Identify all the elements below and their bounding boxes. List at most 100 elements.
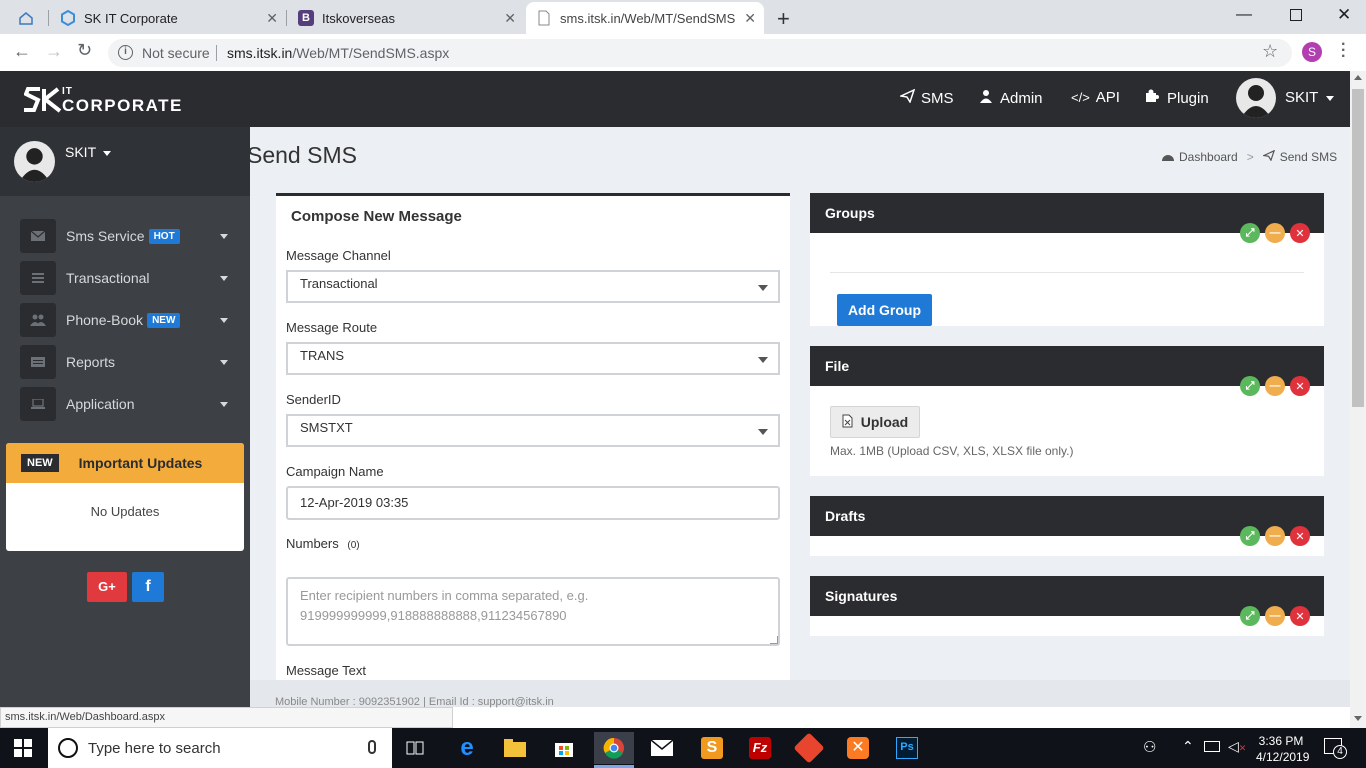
- campaign-name-input[interactable]: 12-Apr-2019 03:35: [286, 486, 780, 520]
- filezilla-icon[interactable]: Fz: [744, 732, 776, 764]
- tab-label: SK IT Corporate: [84, 10, 178, 26]
- updates-header: NEW Important Updates: [6, 443, 244, 483]
- sender-id-label: SenderID: [286, 392, 341, 407]
- taskbar-search-box[interactable]: Type here to search: [48, 728, 392, 768]
- profile-avatar[interactable]: S: [1302, 42, 1322, 62]
- clock-date: 4/12/2019: [1256, 750, 1310, 764]
- facebook-button[interactable]: f: [132, 572, 164, 602]
- minimize-icon[interactable]: —: [1265, 526, 1285, 546]
- close-icon[interactable]: ✕: [1290, 223, 1310, 243]
- caret-down-icon: [102, 150, 111, 156]
- sidebar-item-application[interactable]: Application: [20, 387, 240, 421]
- info-icon[interactable]: i: [118, 45, 133, 60]
- signatures-panel: Signatures ⤢ — ✕: [810, 576, 1324, 636]
- sidebar-avatar[interactable]: [14, 141, 55, 182]
- photoshop-icon[interactable]: Ps: [891, 732, 923, 764]
- close-icon[interactable]: ✕: [504, 10, 516, 27]
- message-route-select[interactable]: TRANS: [286, 342, 780, 375]
- groups-title: Groups: [825, 205, 875, 221]
- sidebar-item-sms-service[interactable]: Sms Service HOT: [20, 219, 240, 253]
- file-explorer-icon[interactable]: [499, 732, 531, 764]
- expand-icon[interactable]: ⤢: [1240, 526, 1260, 546]
- tray-chevron-up-icon[interactable]: ⌃: [1182, 738, 1194, 755]
- header-user-menu[interactable]: SKIT: [1285, 89, 1335, 106]
- nav-admin[interactable]: Admin: [980, 89, 1043, 107]
- nav-label: API: [1095, 89, 1120, 106]
- scroll-thumb[interactable]: [1352, 89, 1364, 407]
- network-icon[interactable]: [1204, 741, 1220, 752]
- minimize-icon[interactable]: —: [1265, 223, 1285, 243]
- google-plus-button[interactable]: G+: [87, 572, 127, 602]
- close-icon[interactable]: ✕: [1290, 526, 1310, 546]
- taskbar-clock[interactable]: 3:36 PM 4/12/2019: [1256, 733, 1310, 765]
- nav-api[interactable]: </> API: [1071, 89, 1120, 106]
- caret-down-icon: [220, 318, 228, 323]
- numbers-textarea[interactable]: Enter recipient numbers in comma separat…: [286, 577, 780, 646]
- resize-handle-icon[interactable]: [770, 636, 778, 644]
- mail-icon[interactable]: [646, 732, 678, 764]
- expand-icon[interactable]: ⤢: [1240, 223, 1260, 243]
- sidebar-item-transactional[interactable]: Transactional: [20, 261, 240, 295]
- envelope-icon: [20, 219, 56, 253]
- action-center-icon[interactable]: 4: [1324, 738, 1347, 759]
- tab-label: Itskoverseas: [322, 10, 395, 26]
- tab-home[interactable]: [8, 2, 48, 34]
- sublime-text-icon[interactable]: S: [696, 732, 728, 764]
- menu-kebab-icon[interactable]: · · ·: [1341, 37, 1346, 65]
- minimize-button[interactable]: —: [1236, 6, 1252, 24]
- message-channel-select[interactable]: Transactional: [286, 270, 780, 303]
- sk-it-corporate-logo[interactable]: IT CORPORATE: [24, 86, 183, 114]
- back-arrow-icon[interactable]: ←: [13, 41, 31, 62]
- bookmark-star-icon[interactable]: ☆: [1262, 41, 1278, 62]
- volume-muted-icon[interactable]: ◁✕: [1228, 738, 1246, 755]
- tab-sk-it-corporate[interactable]: SK IT Corporate ✕: [50, 2, 286, 34]
- expand-icon[interactable]: ⤢: [1240, 376, 1260, 396]
- scroll-up-arrow-icon[interactable]: [1354, 75, 1362, 80]
- close-icon[interactable]: ✕: [1290, 376, 1310, 396]
- tab-send-sms[interactable]: sms.itsk.in/Web/MT/SendSMS.as ✕: [526, 2, 764, 34]
- new-tab-button[interactable]: +: [777, 6, 790, 32]
- upload-button[interactable]: Upload: [830, 406, 920, 438]
- updates-title: Important Updates: [78, 455, 203, 471]
- sender-id-select[interactable]: SMSTXT: [286, 414, 780, 447]
- chrome-icon[interactable]: [594, 732, 634, 764]
- select-value: Transactional: [300, 276, 378, 291]
- minimize-icon[interactable]: —: [1265, 606, 1285, 626]
- url-text: sms.itsk.in/Web/MT/SendSMS.aspx: [227, 45, 450, 61]
- address-bar[interactable]: i Not secure sms.itsk.in/Web/MT/SendSMS.…: [108, 39, 1292, 67]
- page-scrollbar[interactable]: [1350, 71, 1366, 728]
- store-icon[interactable]: [548, 732, 580, 764]
- home-tab-icon: [18, 10, 34, 26]
- panel-controls: ⤢ — ✕: [1240, 606, 1310, 626]
- microphone-icon: [368, 740, 376, 754]
- sidebar-item-phone-book[interactable]: Phone-Book NEW: [20, 303, 240, 337]
- forward-arrow-icon[interactable]: →: [45, 41, 63, 62]
- sidebar-user-menu[interactable]: SKIT: [65, 144, 111, 160]
- file-panel: File ⤢ — ✕ Upload Max. 1MB (Upload CSV, …: [810, 346, 1324, 476]
- tab-itskoverseas[interactable]: B Itskoverseas ✕: [288, 2, 524, 34]
- nav-sms[interactable]: SMS: [898, 88, 954, 107]
- scroll-down-arrow-icon[interactable]: [1354, 716, 1362, 721]
- sidebar-item-reports[interactable]: Reports: [20, 345, 240, 379]
- people-icon[interactable]: ⚇: [1143, 738, 1156, 756]
- task-view-icon[interactable]: [400, 732, 432, 764]
- close-icon[interactable]: ✕: [266, 10, 278, 27]
- maximize-button[interactable]: [1290, 9, 1302, 21]
- expand-icon[interactable]: ⤢: [1240, 606, 1260, 626]
- git-app-icon[interactable]: [793, 732, 825, 764]
- xampp-icon[interactable]: ✕: [842, 732, 874, 764]
- windows-start-icon[interactable]: [14, 739, 32, 762]
- add-group-button[interactable]: Add Group: [837, 294, 932, 326]
- close-window-button[interactable]: ✕: [1337, 5, 1351, 25]
- minimize-icon[interactable]: —: [1265, 376, 1285, 396]
- new-badge: NEW: [147, 312, 181, 328]
- user-silhouette-icon: [19, 148, 50, 182]
- reload-icon[interactable]: ↻: [77, 40, 92, 61]
- close-icon[interactable]: ✕: [1290, 606, 1310, 626]
- close-icon[interactable]: ✕: [744, 10, 756, 27]
- breadcrumb-dashboard[interactable]: Dashboard: [1179, 150, 1238, 164]
- nav-plugin[interactable]: Plugin: [1145, 89, 1209, 107]
- panel-controls: ⤢ — ✕: [1240, 223, 1310, 243]
- edge-browser-icon[interactable]: e: [451, 732, 483, 764]
- header-avatar[interactable]: [1236, 78, 1276, 118]
